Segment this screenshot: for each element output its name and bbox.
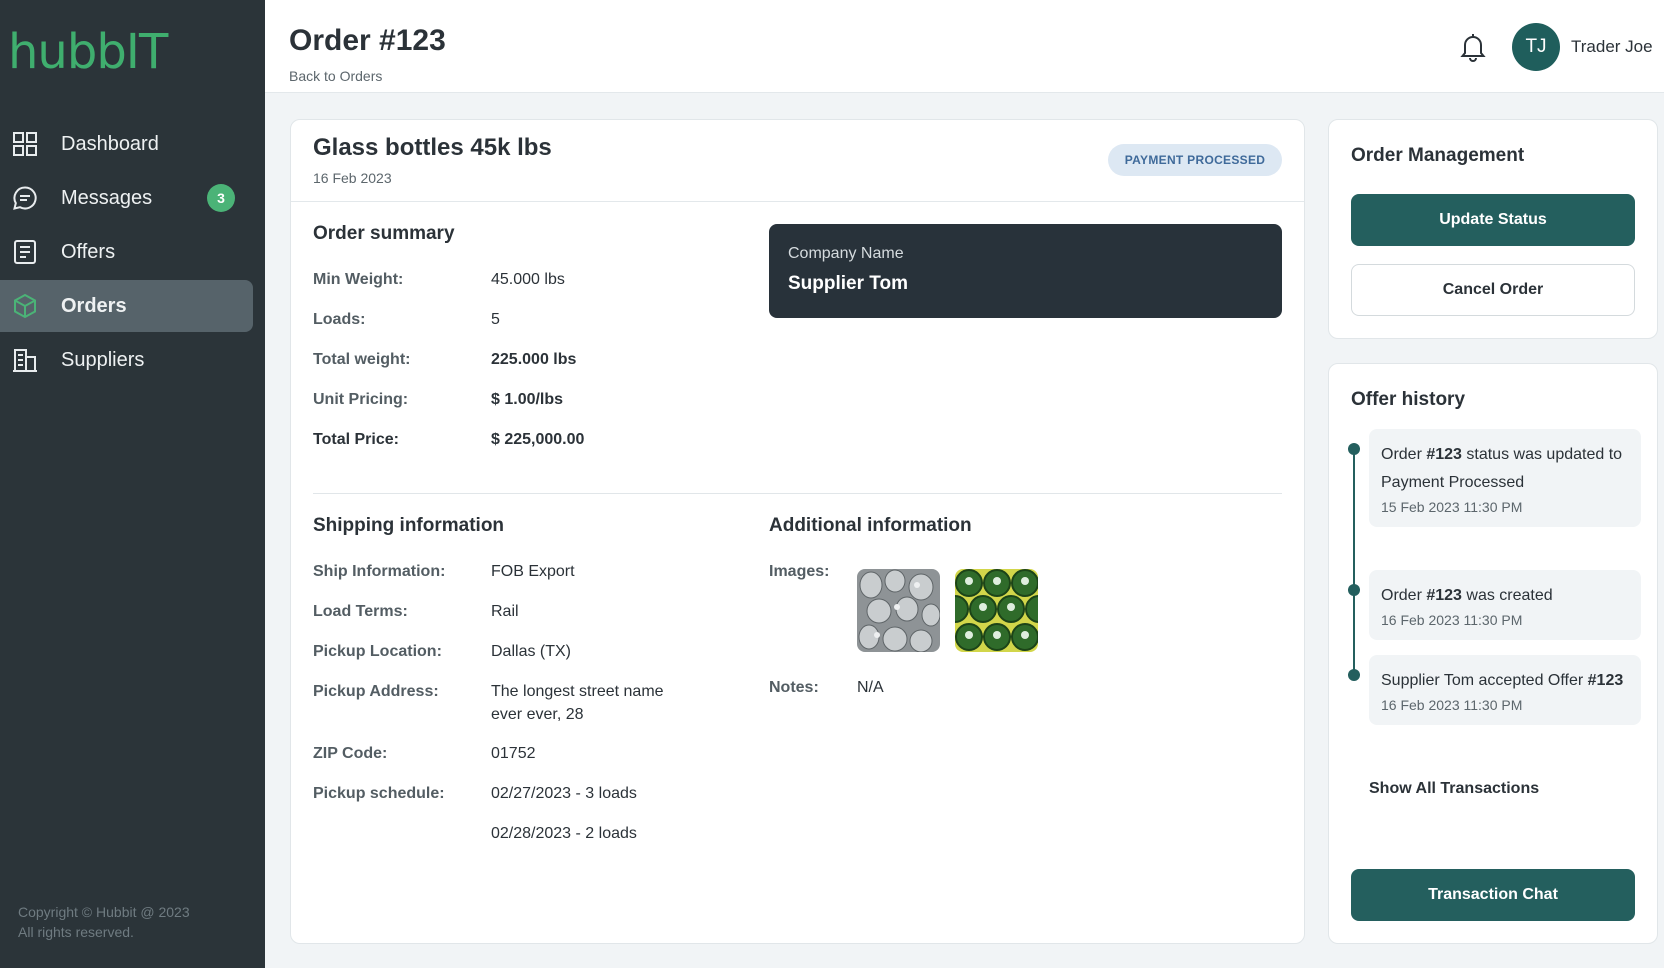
timeline-dot [1348,669,1360,681]
rights-line: All rights reserved. [18,924,134,940]
history-order-number: #123 [1426,587,1462,604]
history-text: Supplier Tom accepted Offer #123 [1381,667,1629,695]
history-text: Order #123 status was updated to Payment… [1381,441,1629,497]
company-box: Company Name Supplier Tom [769,224,1282,318]
summary-label: Total weight: [313,351,411,368]
history-item: Order #123 was created 16 Feb 2023 11:30… [1369,570,1641,640]
user-name[interactable]: Trader Joe [1571,37,1653,57]
summary-label: Unit Pricing: [313,391,409,408]
timeline-dot [1348,584,1360,596]
history-time: 16 Feb 2023 11:30 PM [1381,697,1523,713]
product-title: Glass bottles 45k lbs [313,134,552,161]
top-header: Order #123 Back to Orders TJ Trader Joe [265,0,1664,93]
history-item: Supplier Tom accepted Offer #123 16 Feb … [1369,655,1641,725]
copyright-line: Copyright © Hubbit @ 2023 [18,904,190,920]
order-card-header: Glass bottles 45k lbs 16 Feb 2023 PAYMEN… [291,120,1304,202]
sidebar-item-label: Messages [61,186,153,209]
show-all-transactions-link[interactable]: Show All Transactions [1369,780,1539,798]
sidebar-item-suppliers[interactable]: Suppliers [0,334,253,386]
shipping-label: Pickup Address: [313,683,439,700]
additional-info-title: Additional information [769,515,972,536]
shipping-value: Dallas (TX) [491,643,572,660]
history-order-number: #123 [1426,446,1462,463]
divider [313,493,1282,494]
box-icon [12,293,38,319]
sidebar-item-label: Dashboard [61,132,159,155]
shipping-value: Rail [491,603,519,620]
history-item: Order #123 status was updated to Payment… [1369,429,1641,527]
order-date: 16 Feb 2023 [313,170,392,186]
shipping-value: ever ever, 28 [491,706,584,723]
summary-value: $ 225,000.00 [491,431,585,448]
images-label: Images: [769,563,830,580]
messages-count-badge: 3 [207,184,235,212]
history-text-pre: Order [1381,446,1427,463]
sidebar-item-dashboard[interactable]: Dashboard [0,118,253,170]
order-summary-title: Order summary [313,223,455,244]
shipping-label: Load Terms: [313,603,408,620]
history-text-pre: Supplier Tom accepted Offer [1381,672,1588,689]
summary-value: 5 [491,311,500,328]
sidebar-nav: Dashboard Messages 3 Offers Orders Suppl… [0,116,265,388]
product-image-thumbnail[interactable] [857,569,940,652]
shipping-value: 02/27/2023 - 3 loads [491,785,637,802]
summary-value: 45.000 lbs [491,271,565,288]
sidebar-item-label: Suppliers [61,348,145,371]
notes-label: Notes: [769,679,819,696]
history-text-pre: Order [1381,587,1427,604]
history-text: Order #123 was created [1381,582,1629,610]
shipping-label: Pickup Location: [313,643,442,660]
shipping-value: FOB Export [491,563,575,580]
shipping-value: 01752 [491,745,536,762]
shipping-info-title: Shipping information [313,515,505,536]
notification-bell-icon[interactable] [1459,32,1487,62]
shipping-label: ZIP Code: [313,745,388,762]
company-label: Company Name [788,245,904,262]
page-title: Order #123 [289,24,446,57]
sidebar-item-offers[interactable]: Offers [0,226,253,278]
order-management-card: Order Management Update Status Cancel Or… [1328,119,1658,339]
sidebar-item-label: Offers [61,240,116,263]
order-management-title: Order Management [1351,145,1525,166]
cancel-order-button[interactable]: Cancel Order [1351,264,1635,316]
sidebar-item-messages[interactable]: Messages 3 [0,172,253,224]
copyright: Copyright © Hubbit @ 2023 All rights res… [18,902,190,942]
history-time: 16 Feb 2023 11:30 PM [1381,612,1523,628]
app-logo[interactable]: hubbIT [8,24,168,80]
document-list-icon [12,239,38,265]
shipping-label: Ship Information: [313,563,446,580]
notes-value: N/A [857,679,884,696]
history-time: 15 Feb 2023 11:30 PM [1381,499,1523,515]
summary-value: $ 1.00/lbs [491,391,564,408]
back-to-orders-link[interactable]: Back to Orders [289,68,382,84]
sidebar-item-orders[interactable]: Orders [0,280,253,332]
order-details-card: Glass bottles 45k lbs 16 Feb 2023 PAYMEN… [290,119,1305,944]
avatar[interactable]: TJ [1512,23,1560,71]
status-badge: PAYMENT PROCESSED [1108,144,1282,176]
offer-history-title: Offer history [1351,389,1466,410]
shipping-value: 02/28/2023 - 2 loads [491,825,637,842]
summary-value: 225.000 lbs [491,351,577,368]
product-image-thumbnail[interactable] [955,569,1038,652]
building-icon [12,347,38,373]
timeline-dot [1348,443,1360,455]
chat-bubble-icon [12,185,38,211]
summary-label: Min Weight: [313,271,404,288]
offer-history-card: Offer history Order #123 status was upda… [1328,363,1658,944]
shipping-value: The longest street name [491,683,664,700]
timeline-line [1353,449,1355,674]
dashboard-grid-icon [12,131,38,157]
company-name: Supplier Tom [788,273,908,294]
shipping-label: Pickup schedule: [313,785,445,802]
sidebar: hubbIT Dashboard Messages 3 Offers Order… [0,0,265,968]
history-order-number: #123 [1587,672,1624,689]
sidebar-item-label: Orders [61,294,127,317]
summary-label: Loads: [313,311,366,328]
transaction-chat-button[interactable]: Transaction Chat [1351,869,1635,921]
summary-label: Total Price: [313,431,399,448]
history-text-post: was created [1461,587,1553,604]
update-status-button[interactable]: Update Status [1351,194,1635,246]
